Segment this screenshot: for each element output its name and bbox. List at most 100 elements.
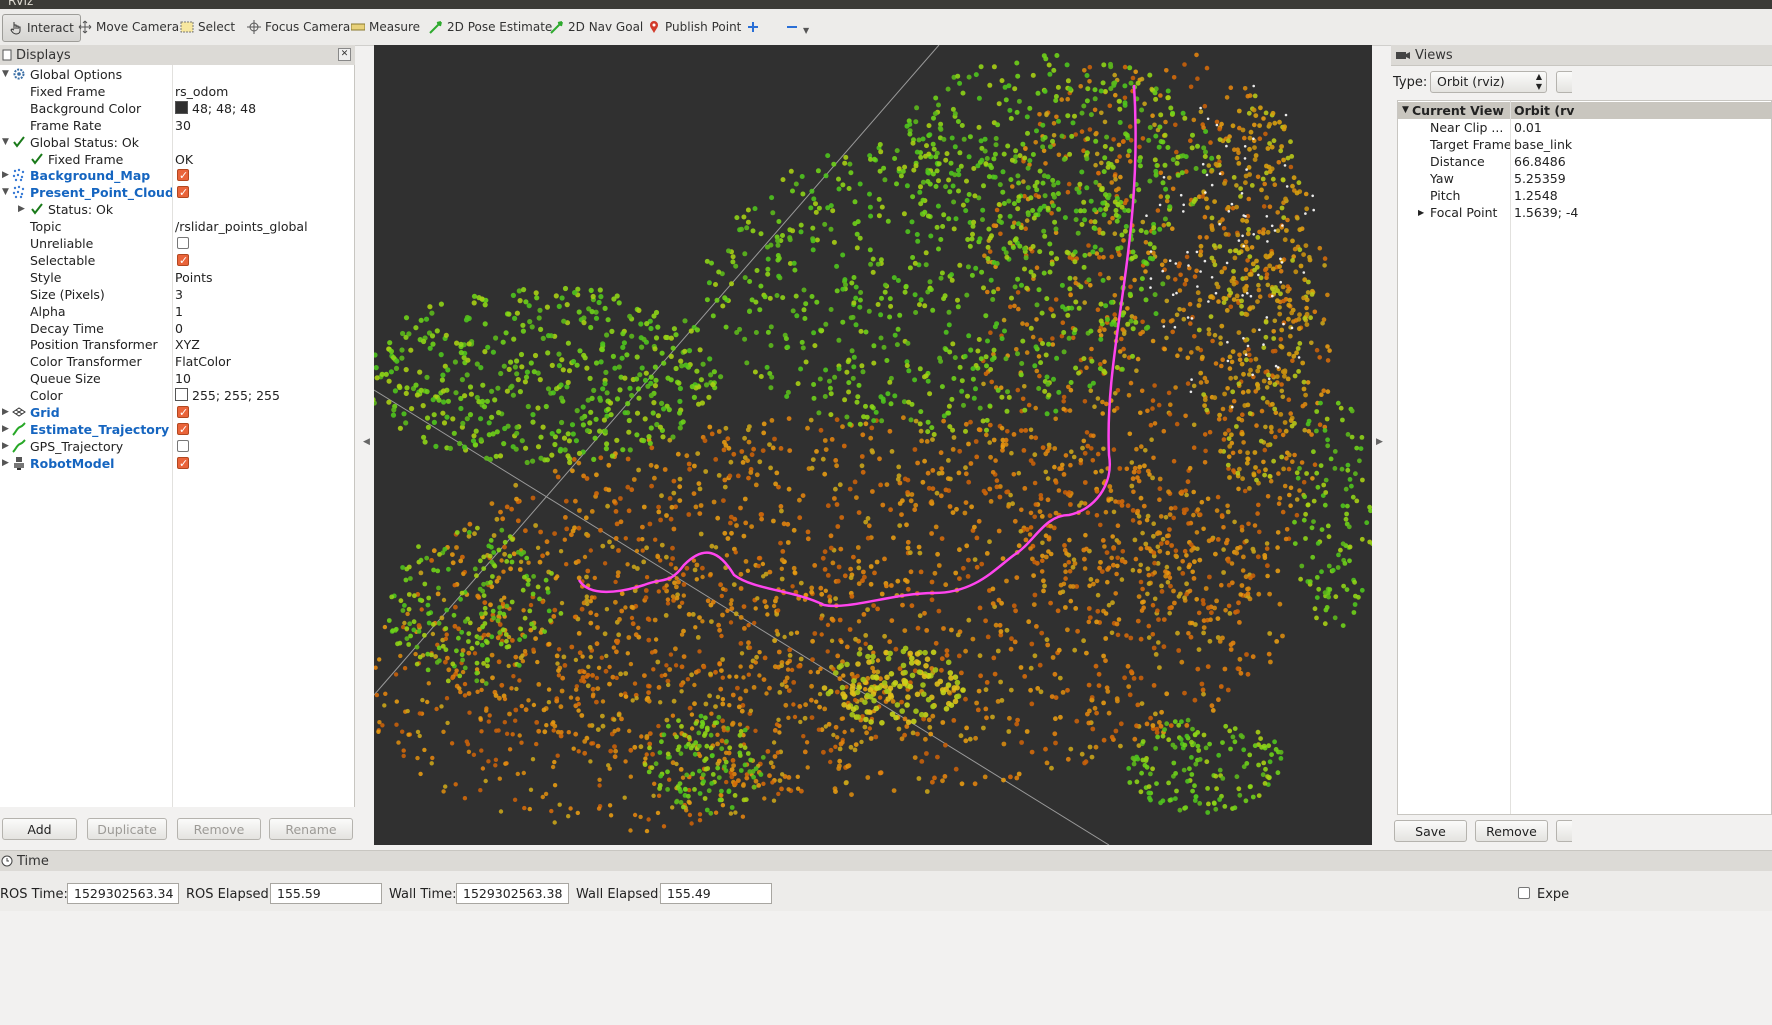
expand-arrow-icon[interactable]: ▶: [18, 201, 28, 218]
remove-display-button[interactable]: Remove: [177, 818, 261, 840]
grid-checkbox[interactable]: [177, 404, 189, 421]
expand-arrow-icon[interactable]: ▶: [2, 404, 12, 421]
property-value[interactable]: Points: [175, 269, 213, 286]
estimate-trajectory-row[interactable]: ▶ Estimate_Trajectory: [0, 421, 354, 438]
property-value[interactable]: 30: [175, 117, 191, 134]
expand-arrow-icon[interactable]: ▼: [1402, 102, 1409, 119]
background-map-checkbox[interactable]: [177, 167, 189, 184]
unreliable-row[interactable]: Unreliable: [0, 235, 354, 252]
global-options-row[interactable]: ▼ Global Options: [0, 66, 354, 83]
view-property-value[interactable]: 0.01: [1514, 119, 1542, 136]
robotmodel-checkbox[interactable]: [177, 455, 189, 472]
property-value[interactable]: XYZ: [175, 336, 200, 353]
view-property-row[interactable]: Pitch 1.2548: [1398, 187, 1771, 204]
color-transformer-row[interactable]: Color Transformer FlatColor: [0, 353, 354, 370]
wall-elapsed-field[interactable]: 155.49: [660, 883, 772, 904]
color-row[interactable]: Color 255; 255; 255: [0, 387, 354, 404]
close-icon[interactable]: ✕: [338, 48, 351, 61]
view-property-value[interactable]: 66.8486: [1514, 153, 1566, 170]
alpha-row[interactable]: Alpha 1: [0, 303, 354, 320]
frame-rate-row[interactable]: Frame Rate 30: [0, 117, 354, 134]
gps-trajectory-row[interactable]: ▶ GPS_Trajectory: [0, 438, 354, 455]
view-property-row[interactable]: ▶ Focal Point 1.5639; -4: [1398, 204, 1771, 221]
background-color-row[interactable]: Background Color 48; 48; 48: [0, 100, 354, 117]
position-transformer-row[interactable]: Position Transformer XYZ: [0, 336, 354, 353]
remove-view-button[interactable]: Remove: [1475, 820, 1548, 842]
collapse-right-icon[interactable]: ▶: [1376, 437, 1383, 447]
2d-pose-estimate-tool-button[interactable]: 2D Pose Estimate: [429, 14, 552, 40]
property-value[interactable]: 0: [175, 320, 183, 337]
expand-arrow-icon[interactable]: ▶: [2, 438, 12, 455]
present-point-cloud-row[interactable]: ▼ Present_Point_Cloud: [0, 184, 354, 201]
fixed-frame-status-row[interactable]: Fixed Frame OK: [0, 151, 354, 168]
interact-tool-button[interactable]: Interact: [2, 14, 81, 42]
experimental-checkbox[interactable]: [1518, 887, 1530, 899]
zero-view-button[interactable]: [1556, 71, 1572, 93]
move-camera-tool-button[interactable]: Move Camera: [78, 14, 179, 40]
decay-time-row[interactable]: Decay Time 0: [0, 320, 354, 337]
view-property-value[interactable]: base_link: [1514, 136, 1572, 153]
publish-point-tool-button[interactable]: Publish Point: [647, 14, 741, 40]
present-point-cloud-checkbox[interactable]: [177, 184, 189, 201]
expand-arrow-icon[interactable]: ▼: [2, 66, 12, 83]
size-pixels-row[interactable]: Size (Pixels) 3: [0, 286, 354, 303]
queue-size-row[interactable]: Queue Size 10: [0, 370, 354, 387]
unreliable-checkbox[interactable]: [177, 237, 189, 249]
point-cloud-render[interactable]: [374, 45, 1372, 845]
expand-arrow-icon[interactable]: ▶: [2, 421, 12, 438]
cloud-status-row[interactable]: ▶ Status: Ok: [0, 201, 354, 218]
view-property-value[interactable]: 5.25359: [1514, 170, 1566, 187]
current-view-type: Orbit (rv: [1514, 103, 1575, 118]
rename-display-button[interactable]: Rename: [269, 818, 353, 840]
property-value[interactable]: 1: [175, 303, 183, 320]
view-type-select[interactable]: Orbit (rviz) ▲ ▼: [1430, 71, 1547, 93]
grid-row[interactable]: ▶ Grid: [0, 404, 354, 421]
wall-time-field[interactable]: 1529302563.38: [456, 883, 569, 904]
current-view-header-row[interactable]: ▼ Current View Orbit (rv: [1398, 102, 1771, 119]
property-value[interactable]: 255; 255; 255: [175, 387, 280, 404]
property-value[interactable]: rs_odom: [175, 83, 228, 100]
expand-arrow-icon[interactable]: ▶: [2, 167, 12, 184]
remove-tool-button[interactable]: ▼: [785, 14, 809, 40]
view-property-row[interactable]: Target Frame base_link: [1398, 136, 1771, 153]
rename-view-button[interactable]: [1556, 820, 1572, 842]
expand-arrow-icon[interactable]: ▼: [2, 134, 12, 151]
fixed-frame-row[interactable]: Fixed Frame rs_odom: [0, 83, 354, 100]
save-view-button[interactable]: Save: [1394, 820, 1467, 842]
duplicate-display-button[interactable]: Duplicate: [87, 818, 167, 840]
property-value[interactable]: /rslidar_points_global: [175, 218, 308, 235]
add-tool-button[interactable]: [746, 14, 764, 40]
style-row[interactable]: Style Points: [0, 269, 354, 286]
property-value[interactable]: 48; 48; 48: [175, 100, 256, 117]
expand-arrow-icon[interactable]: ▶: [1418, 204, 1424, 221]
expand-arrow-icon[interactable]: ▶: [2, 455, 12, 472]
view-property-row[interactable]: Near Clip ... 0.01: [1398, 119, 1771, 136]
robotmodel-row[interactable]: ▶ RobotModel: [0, 455, 354, 472]
gps-trajectory-checkbox[interactable]: [177, 439, 189, 452]
property-value[interactable]: FlatColor: [175, 353, 231, 370]
background-map-row[interactable]: ▶ Background_Map: [0, 167, 354, 184]
ros-time-field[interactable]: 1529302563.34: [67, 883, 179, 904]
3d-viewport[interactable]: [374, 45, 1372, 845]
selectable-row[interactable]: Selectable: [0, 252, 354, 269]
2d-nav-goal-tool-button[interactable]: 2D Nav Goal: [550, 14, 643, 40]
property-value[interactable]: 3: [175, 286, 183, 303]
view-property-row[interactable]: Yaw 5.25359: [1398, 170, 1771, 187]
view-property-value[interactable]: 1.5639; -4: [1514, 204, 1578, 221]
expand-arrow-icon[interactable]: ▼: [2, 184, 12, 201]
estimate-trajectory-checkbox[interactable]: [177, 421, 189, 438]
selectable-checkbox[interactable]: [177, 252, 189, 269]
select-box-icon: [180, 21, 194, 33]
collapse-left-icon[interactable]: ◀: [363, 437, 370, 447]
global-status-row[interactable]: ▼ Global Status: Ok: [0, 134, 354, 151]
view-property-value[interactable]: 1.2548: [1514, 187, 1558, 204]
focus-camera-tool-button[interactable]: Focus Camera: [247, 14, 350, 40]
add-display-button[interactable]: Add: [2, 818, 77, 840]
view-property-row[interactable]: Distance 66.8486: [1398, 153, 1771, 170]
property-value[interactable]: 10: [175, 370, 191, 387]
ros-elapsed-field[interactable]: 155.59: [270, 883, 382, 904]
topic-row[interactable]: Topic/rslidar_points_global: [0, 218, 354, 235]
property-value[interactable]: OK: [175, 151, 193, 168]
select-tool-button[interactable]: Select: [180, 14, 235, 40]
measure-tool-button[interactable]: Measure: [351, 14, 420, 40]
